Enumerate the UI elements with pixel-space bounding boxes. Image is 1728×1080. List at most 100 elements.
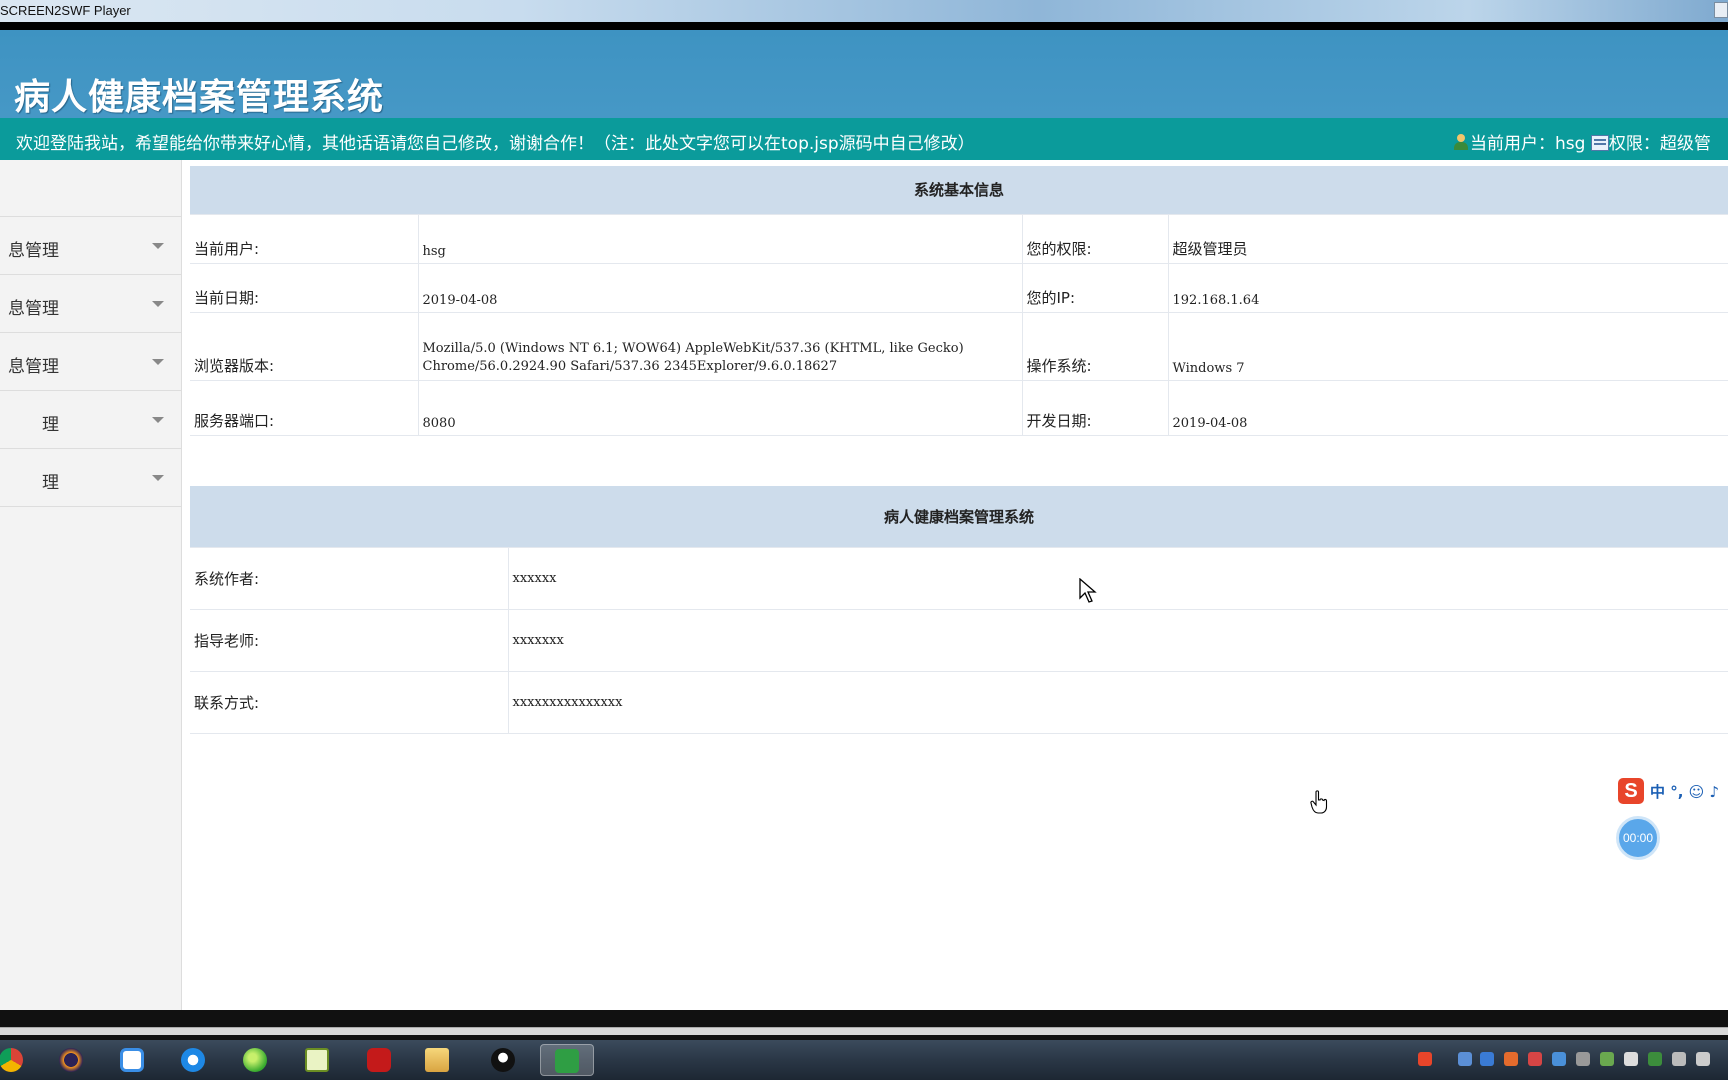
tray-app-icon[interactable]	[1458, 1052, 1472, 1066]
content-area: 息管理 息管理 息管理 理 理 系统基本信息 当前用户: hsg 您的权限: 超…	[0, 160, 1728, 1010]
cell-value: xxxxxx	[508, 547, 1728, 610]
window-frame-top	[0, 22, 1728, 30]
cell-value: 192.168.1.64	[1168, 263, 1728, 313]
file-explorer-icon[interactable]	[420, 1044, 454, 1076]
cell-value: hsg	[418, 214, 1023, 264]
main-panel: 系统基本信息 当前用户: hsg 您的权限: 超级管理员 当前日期: 2019-…	[190, 166, 1728, 734]
table-row: 服务器端口: 8080 开发日期: 2019-04-08	[190, 380, 1728, 436]
cell-value: 8080	[418, 380, 1023, 436]
cell-value: Windows 7	[1168, 312, 1728, 381]
cell-label: 您的权限:	[1022, 214, 1169, 264]
playback-progress-bar[interactable]	[0, 1027, 1728, 1035]
cell-value: 2019-04-08	[418, 263, 1023, 313]
author-info-table: 病人健康档案管理系统 系统作者: xxxxxx 指导老师: xxxxxxx 联系…	[190, 485, 1728, 734]
cell-value: xxxxxxx	[508, 609, 1728, 672]
eclipse-icon[interactable]	[54, 1044, 88, 1076]
table-row: 浏览器版本: Mozilla/5.0 (Windows NT 6.1; WOW6…	[190, 312, 1728, 381]
table-row: 当前用户: hsg 您的权限: 超级管理员	[190, 214, 1728, 264]
cell-label: 联系方式:	[190, 671, 509, 734]
welcome-bar: 欢迎登陆我站，希望能给你带来好心情，其他话语请您自己修改，谢谢合作！（注：此处文…	[0, 118, 1728, 160]
sidebar-item-4[interactable]: 理	[0, 391, 181, 449]
chevron-down-icon	[152, 417, 164, 423]
table-header-row: 病人健康档案管理系统	[190, 485, 1728, 548]
system-info-heading: 系统基本信息	[190, 166, 1728, 215]
chevron-down-icon	[152, 301, 164, 307]
table-row: 系统作者: xxxxxx	[190, 547, 1728, 610]
page-title: 病人健康档案管理系统	[14, 77, 385, 118]
table-row: 当前日期: 2019-04-08 您的IP: 192.168.1.64	[190, 263, 1728, 313]
tray-defender-icon[interactable]	[1552, 1052, 1566, 1066]
permission-label: 权限：超级管	[1608, 134, 1711, 154]
tray-security-icon[interactable]	[1528, 1052, 1542, 1066]
cell-label: 浏览器版本:	[190, 312, 419, 381]
flash-icon[interactable]	[362, 1044, 396, 1076]
qq-icon[interactable]	[486, 1044, 520, 1076]
browser-icon[interactable]	[176, 1044, 210, 1076]
window-titlebar: SCREEN2SWF Player	[0, 0, 1728, 22]
notepad-icon[interactable]	[300, 1044, 334, 1076]
tray-network-icon[interactable]	[1600, 1052, 1614, 1066]
sogou-tray-icon[interactable]	[1418, 1052, 1432, 1066]
chevron-down-icon	[152, 359, 164, 365]
user-info: 当前用户：hsg 权限：超级管	[1452, 129, 1711, 154]
tray-volume-icon[interactable]	[1672, 1052, 1686, 1066]
cell-label: 开发日期:	[1022, 380, 1169, 436]
cell-label: 您的IP:	[1022, 263, 1169, 313]
tray-qq-icon[interactable]	[1624, 1052, 1638, 1066]
sogou-ime-icon[interactable]: S	[1618, 778, 1644, 804]
sidebar-item-3[interactable]: 息管理	[0, 333, 181, 391]
table-row: 指导老师: xxxxxxx	[190, 609, 1728, 672]
sidebar-item-label: 息管理	[8, 241, 59, 261]
tray-speaker-icon[interactable]	[1576, 1052, 1590, 1066]
cell-value: 超级管理员	[1168, 214, 1728, 264]
system-info-table: 系统基本信息 当前用户: hsg 您的权限: 超级管理员 当前日期: 2019-…	[190, 166, 1728, 436]
system-tray	[1418, 1052, 1728, 1070]
cell-label: 操作系统:	[1022, 312, 1169, 381]
sidebar-item-label: 理	[42, 473, 59, 493]
cell-value: 2019-04-08	[1168, 380, 1728, 436]
sidebar-top	[0, 160, 181, 217]
tray-battery-icon[interactable]	[1648, 1052, 1662, 1066]
user-icon	[1452, 133, 1470, 151]
recording-timer[interactable]: 00:00	[1616, 816, 1660, 860]
cell-value: xxxxxxxxxxxxxxx	[508, 671, 1728, 734]
chevron-down-icon	[152, 475, 164, 481]
cell-label: 服务器端口:	[190, 380, 419, 436]
sidebar-item-label: 理	[42, 415, 59, 435]
cell-label: 系统作者:	[190, 547, 509, 610]
cell-value: Mozilla/5.0 (Windows NT 6.1; WOW64) Appl…	[418, 312, 1023, 381]
chrome-icon[interactable]	[0, 1044, 28, 1076]
timer-value: 00:00	[1622, 831, 1654, 845]
hand-cursor-icon	[1310, 790, 1330, 814]
sidebar-item-label: 息管理	[8, 299, 59, 319]
player-controls	[0, 1010, 1728, 1040]
cell-label: 指导老师:	[190, 609, 509, 672]
app-header: 病人健康档案管理系统	[0, 30, 1728, 118]
sidebar-item-2[interactable]: 息管理	[0, 275, 181, 333]
360-icon[interactable]	[238, 1044, 272, 1076]
welcome-text: 欢迎登陆我站，希望能给你带来好心情，其他话语请您自己修改，谢谢合作！（注：此处文…	[16, 134, 975, 154]
tray-update-icon[interactable]	[1504, 1052, 1518, 1066]
table-row: 联系方式: xxxxxxxxxxxxxxx	[190, 671, 1728, 734]
screen: SCREEN2SWF Player 病人健康档案管理系统 欢迎登陆我站，希望能给…	[0, 0, 1728, 1080]
sidebar-item-1[interactable]: 息管理	[0, 217, 181, 275]
sidebar-item-5[interactable]: 理	[0, 449, 181, 507]
baidu-netdisk-icon[interactable]	[115, 1044, 149, 1076]
table-header-row: 系统基本信息	[190, 166, 1728, 215]
window-title: SCREEN2SWF Player	[0, 3, 131, 18]
show-desktop-icon[interactable]	[1696, 1052, 1710, 1066]
taskbar	[0, 1040, 1728, 1080]
tray-shield-icon[interactable]	[1480, 1052, 1494, 1066]
ime-status[interactable]: 中 °, ☺ ♪	[1650, 781, 1719, 802]
cell-label: 当前日期:	[190, 263, 419, 313]
current-user-label: 当前用户：hsg	[1470, 134, 1586, 154]
chevron-down-icon	[152, 243, 164, 249]
sidebar-item-label: 息管理	[8, 357, 59, 377]
author-info-heading: 病人健康档案管理系统	[190, 485, 1728, 548]
cell-label: 当前用户:	[190, 214, 419, 264]
ime-toolbar[interactable]: S 中 °, ☺ ♪	[1618, 778, 1728, 804]
sidebar: 息管理 息管理 息管理 理 理	[0, 160, 182, 1010]
window-restore-button[interactable]	[1714, 2, 1728, 18]
screen2swf-icon[interactable]	[540, 1044, 594, 1076]
